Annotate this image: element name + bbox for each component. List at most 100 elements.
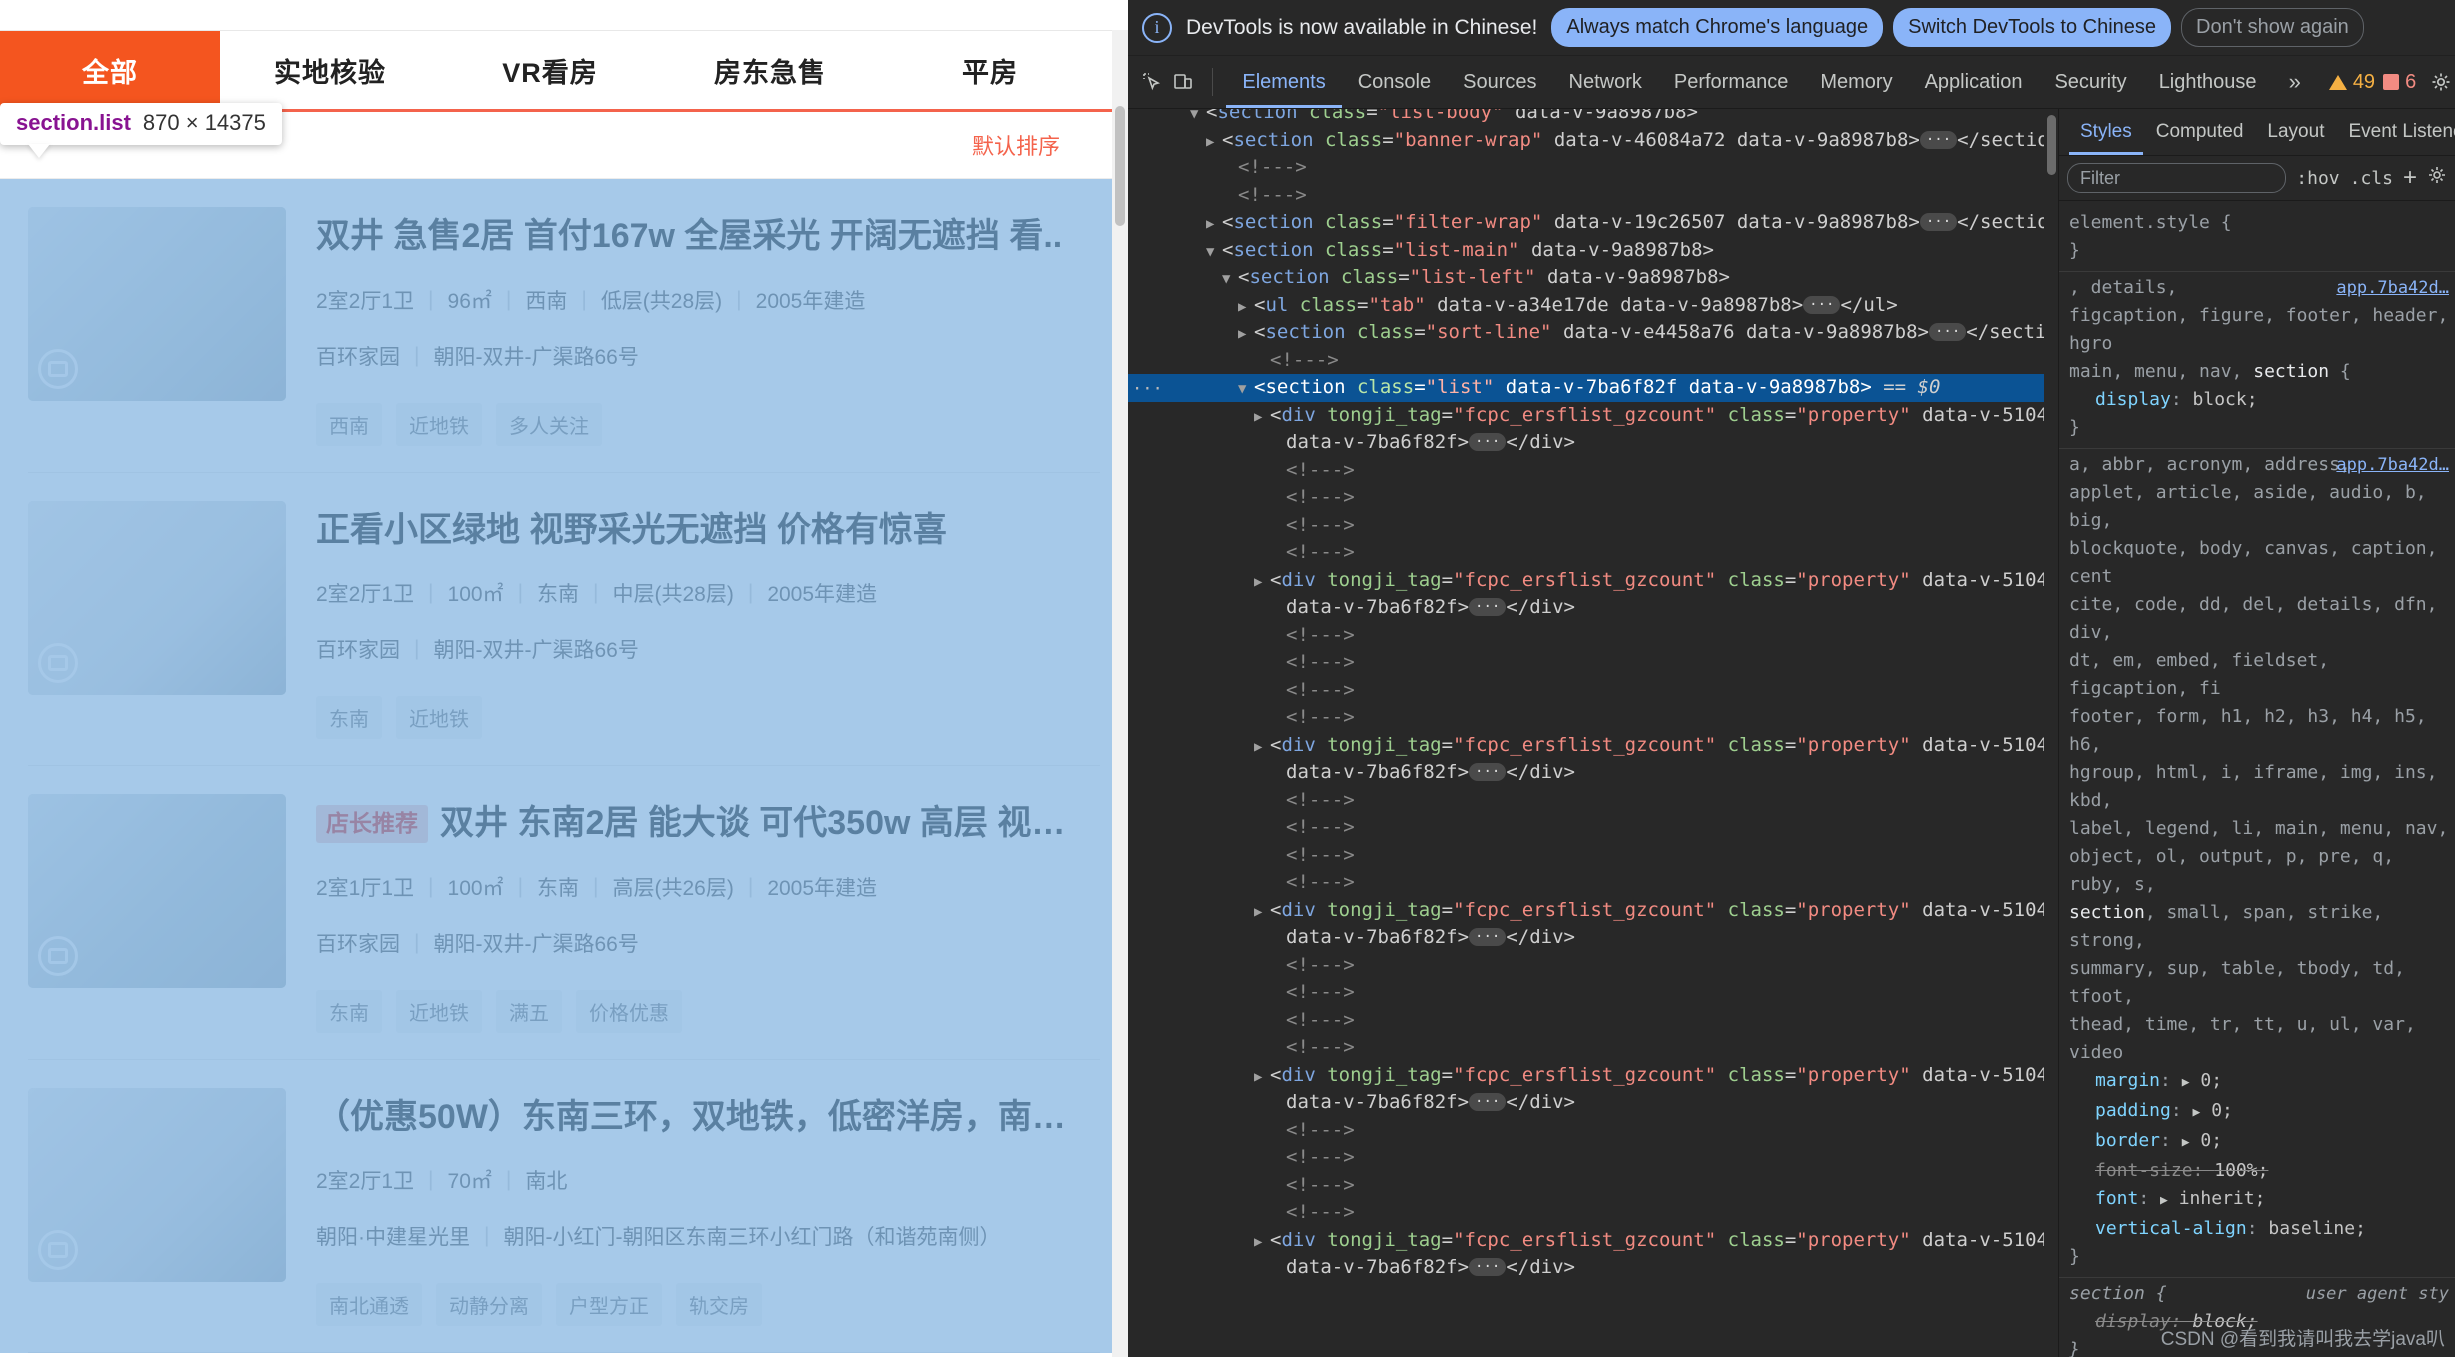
listing-title[interactable]: 店长推荐 双井 东南2居 能大谈 可代350w 高层 视… [316, 802, 1100, 846]
styles-tab-layout[interactable]: Layout [2256, 109, 2335, 155]
listing-thumbnail[interactable] [28, 1087, 286, 1282]
devtools-tab-lighthouse[interactable]: Lighthouse [2143, 56, 2273, 108]
devtools-tab-elements[interactable]: Elements [1226, 56, 1341, 108]
style-property[interactable]: margin: ▶ 0; [2069, 1067, 2455, 1097]
style-property[interactable]: font: ▶ inherit; [2069, 1185, 2455, 1215]
dom-node[interactable]: <!---> [1128, 869, 2058, 897]
devtools-tab-sources[interactable]: Sources [1447, 56, 1552, 108]
listing-item[interactable]: （优惠50W）东南三环，双地铁，低密洋房，南… 2室2厅1卫 | 70㎡ | 南北 朝阳·中… [28, 1060, 1100, 1354]
warning-count[interactable]: 49 [2328, 71, 2375, 94]
style-origin-link[interactable]: app.7ba42d… [2336, 451, 2449, 479]
listing-community[interactable]: 百环家园 [316, 928, 400, 958]
chevron-down-icon[interactable]: ▼ [1190, 109, 1206, 127]
style-property[interactable]: font-size: 100%; [2069, 1157, 2455, 1185]
chevron-right-icon[interactable]: ▶ [1254, 899, 1270, 927]
page-scrollbar[interactable] [1112, 30, 1128, 1357]
dom-node[interactable]: ▶ <div tongji_tag="fcpc_ersflist_gzcount"… [1128, 567, 2058, 595]
dom-node[interactable]: data-v-7ba6f82f> ··· </div> [1128, 594, 2058, 622]
styles-tab-styles[interactable]: Styles [2069, 109, 2143, 155]
listing-title[interactable]: 正看小区绿地 视野采光无遮挡 价格有惊喜 [316, 509, 1100, 553]
dom-node[interactable]: data-v-7ba6f82f> ··· </div> [1128, 924, 2058, 952]
dom-node[interactable]: ▶ <section class="filter-wrap" data-v-19c… [1128, 209, 2058, 237]
styles-tab-event-listeners[interactable]: Event Listeners [2337, 109, 2455, 155]
devtools-tab-security[interactable]: Security [2038, 56, 2142, 108]
chevron-right-icon[interactable]: ▶ [1254, 1064, 1270, 1092]
dom-node[interactable]: <!---> [1128, 979, 2058, 1007]
banner-button-2[interactable]: Don't show again [2181, 8, 2364, 47]
listing-item[interactable]: 正看小区绿地 视野采光无遮挡 价格有惊喜 2室2厅1卫 | 100㎡ | 东南 | 中层(共2… [28, 473, 1100, 767]
dom-node[interactable]: ▶ <section class="banner-wrap" data-v-460… [1128, 127, 2058, 155]
more-tabs-button[interactable]: » [2275, 69, 2315, 95]
dom-node[interactable]: <!---> [1128, 787, 2058, 815]
chevron-right-icon[interactable]: ▶ [1254, 734, 1270, 762]
listing-thumbnail[interactable] [28, 500, 286, 695]
styles-settings-gear-icon[interactable] [2427, 165, 2447, 191]
listing-thumbnail[interactable] [28, 794, 286, 989]
dom-node[interactable]: <!---> [1128, 704, 2058, 732]
listing-item[interactable]: 双井 急售2居 首付167w 全屋采光 开阔无遮挡 看.. 2室2厅1卫 | 96㎡ |… [28, 179, 1100, 473]
dom-node[interactable]: <!---> [1128, 842, 2058, 870]
listing-community[interactable]: 朝阳·中建星光里 [316, 1221, 470, 1251]
listing-community[interactable]: 百环家园 [316, 634, 400, 664]
devtools-tab-performance[interactable]: Performance [1658, 56, 1805, 108]
dom-node[interactable]: data-v-7ba6f82f> ··· </div> [1128, 1254, 2058, 1282]
dom-node[interactable]: data-v-7ba6f82f> ··· </div> [1128, 429, 2058, 457]
chevron-right-icon[interactable]: ▶ [1206, 129, 1222, 157]
filter-tab-3[interactable]: 房东急售 [660, 31, 880, 109]
chevron-right-icon[interactable]: ▶ [1238, 321, 1254, 349]
device-toolbar-icon[interactable] [1169, 63, 1198, 101]
sort-default-button[interactable]: 默认排序 [972, 129, 1060, 161]
dom-scrollbar[interactable] [2044, 109, 2058, 1357]
dom-node[interactable]: <!---> [1128, 814, 2058, 842]
dom-node[interactable]: data-v-7ba6f82f> ··· </div> [1128, 1089, 2058, 1117]
banner-button-0[interactable]: Always match Chrome's language [1551, 8, 1884, 47]
inspect-element-icon[interactable] [1138, 63, 1167, 101]
chevron-down-icon[interactable]: ▼ [1238, 376, 1254, 404]
dom-node[interactable]: <!---> [1128, 952, 2058, 980]
dom-node[interactable]: ▶ <ul class="tab" data-v-a34e17de data-v-… [1128, 292, 2058, 320]
chevron-right-icon[interactable]: ▶ [1254, 569, 1270, 597]
dom-node[interactable]: ▶ <div tongji_tag="fcpc_ersflist_gzcount"… [1128, 732, 2058, 760]
dom-node[interactable]: ▶ <div tongji_tag="fcpc_ersflist_gzcount"… [1128, 402, 2058, 430]
page-scrollbar-thumb[interactable] [1115, 106, 1125, 226]
devtools-tab-console[interactable]: Console [1342, 56, 1447, 108]
dom-node[interactable]: <!---> [1128, 512, 2058, 540]
dom-node[interactable]: ▶ <div tongji_tag="fcpc_ersflist_gzcount"… [1128, 1062, 2058, 1090]
dom-node[interactable]: <!---> [1128, 622, 2058, 650]
dom-node[interactable]: <!---> [1128, 1034, 2058, 1062]
listing-title[interactable]: （优惠50W）东南三环，双地铁，低密洋房，南… [316, 1096, 1100, 1140]
devtools-tab-network[interactable]: Network [1553, 56, 1658, 108]
dom-node[interactable]: <!---> [1128, 154, 2058, 182]
dom-node[interactable]: <!---> [1128, 182, 2058, 210]
dom-node[interactable]: <!---> [1128, 1007, 2058, 1035]
devtools-tab-memory[interactable]: Memory [1804, 56, 1908, 108]
dom-node[interactable]: ▼ <section class="list-left" data-v-9a898… [1128, 264, 2058, 292]
listing-thumbnail[interactable] [28, 207, 286, 401]
dom-node[interactable]: <!---> [1128, 457, 2058, 485]
chevron-down-icon[interactable]: ▼ [1222, 266, 1238, 294]
cls-toggle[interactable]: .cls [2350, 168, 2393, 189]
chevron-right-icon[interactable]: ▶ [1238, 294, 1254, 322]
devtools-tab-application[interactable]: Application [1909, 56, 2039, 108]
dom-node[interactable]: <!---> [1128, 1117, 2058, 1145]
style-property[interactable]: padding: ▶ 0; [2069, 1097, 2455, 1127]
dom-node[interactable]: <!---> [1128, 677, 2058, 705]
dom-node[interactable]: ▶ <div tongji_tag="fcpc_ersflist_gzcount"… [1128, 1227, 2058, 1255]
dom-scrollbar-thumb[interactable] [2047, 115, 2056, 175]
filter-tab-4[interactable]: 平房 [880, 31, 1100, 109]
dom-node[interactable]: <!---> [1128, 1199, 2058, 1227]
new-style-rule-button[interactable]: + [2403, 164, 2417, 192]
style-property[interactable]: display: block; [2069, 386, 2455, 414]
dom-node[interactable]: ▼ <section class="list-main" data-v-9a898… [1128, 237, 2058, 265]
styles-tab-computed[interactable]: Computed [2145, 109, 2255, 155]
listing-community[interactable]: 百环家园 [316, 341, 400, 371]
style-origin-link[interactable]: app.7ba42d… [2336, 274, 2449, 302]
dom-node[interactable]: ▶ <div tongji_tag="fcpc_ersflist_gzcount"… [1128, 897, 2058, 925]
listing-title[interactable]: 双井 急售2居 首付167w 全屋采光 开阔无遮挡 看.. [316, 215, 1100, 259]
chevron-right-icon[interactable]: ▶ [1254, 1229, 1270, 1257]
dom-node[interactable]: <!---> [1128, 1172, 2058, 1200]
style-property[interactable]: vertical-align: baseline; [2069, 1215, 2455, 1243]
style-property[interactable]: border: ▶ 0; [2069, 1127, 2455, 1157]
dom-node[interactable]: data-v-7ba6f82f> ··· </div> [1128, 759, 2058, 787]
dom-tree-pane[interactable]: ▼ <section class="list-body" data-v-9a898… [1128, 109, 2058, 1357]
